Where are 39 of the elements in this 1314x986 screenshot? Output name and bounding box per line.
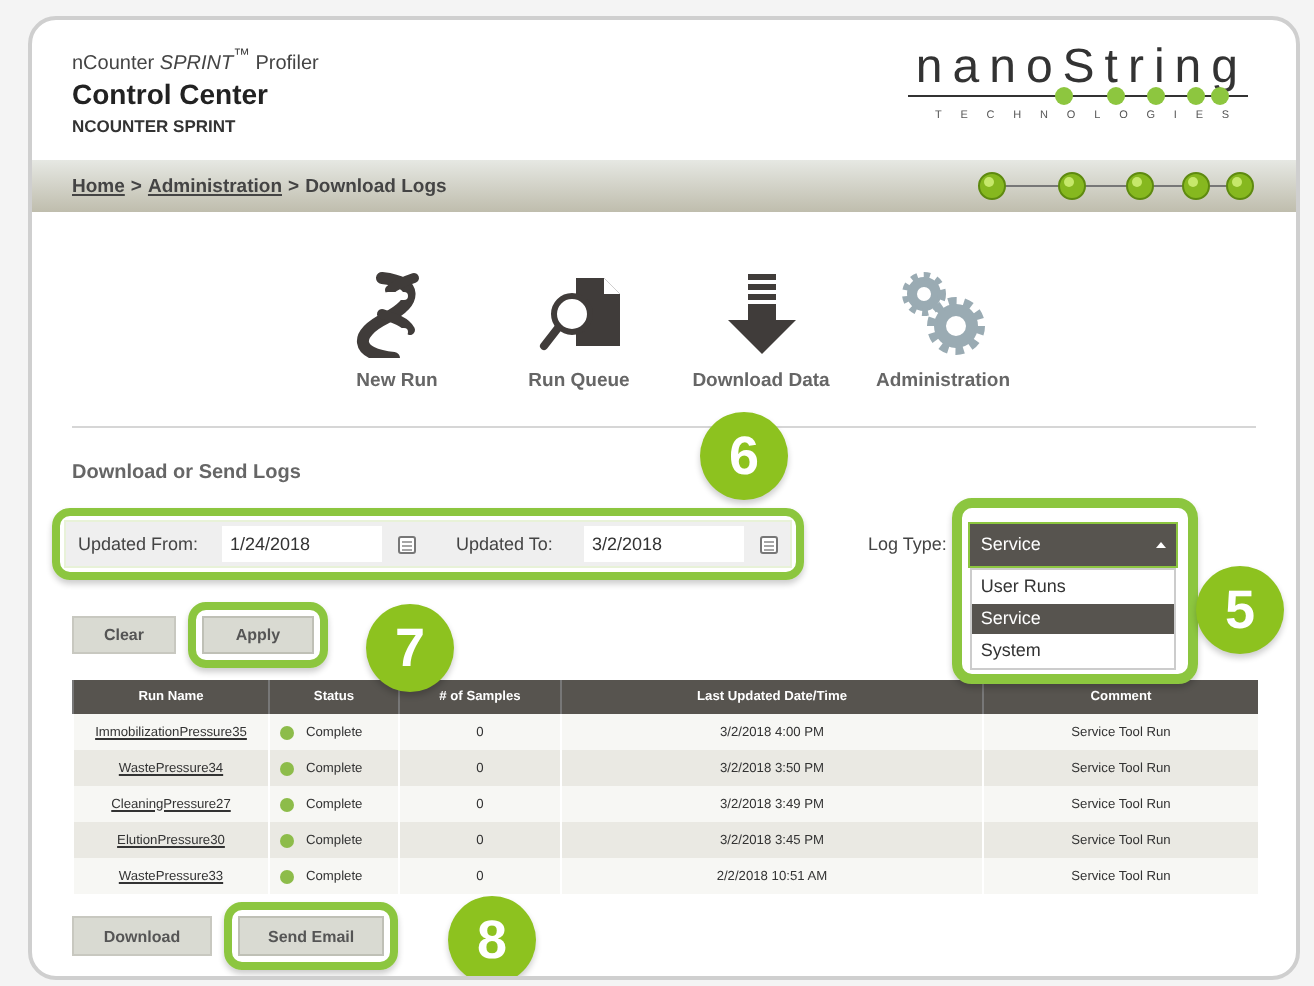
date-field[interactable]: 1/24/2018: [222, 526, 382, 562]
calendar-icon[interactable]: [760, 535, 778, 553]
instrument-name: NCOUNTER SPRINT: [72, 116, 238, 137]
callout-badge: 7: [366, 604, 454, 692]
action-button[interactable]: Clear: [72, 616, 176, 654]
section-title: Download or Send Logs: [72, 462, 303, 484]
status-dot: [280, 869, 294, 883]
breadcrumb-separator: >: [288, 175, 300, 197]
callout-badge: 5: [1196, 566, 1284, 654]
callout-badge: 8: [448, 896, 536, 976]
dropdown-option[interactable]: Service: [972, 603, 1175, 633]
action-button[interactable]: Apply: [202, 616, 314, 654]
dropdown-option[interactable]: System: [972, 635, 1175, 665]
callout-badge: 6: [700, 412, 788, 500]
logo-wordmark: nanoString: [915, 44, 1248, 92]
breadcrumb-current: Download Logs: [305, 175, 447, 197]
dropdown-option[interactable]: User Runs: [972, 571, 1175, 601]
caret-icon: [1156, 541, 1167, 547]
field-label: Log Type:: [868, 534, 947, 554]
action-button[interactable]: Send Email: [238, 916, 385, 956]
field-label: Updated To:: [456, 534, 555, 554]
product-name: nCounter SPRINT$^{™}$ Profiler: [72, 44, 319, 75]
status-dot: [280, 761, 294, 775]
date-field[interactable]: 3/2/2018: [584, 526, 744, 562]
field-label: Updated From:: [78, 534, 201, 554]
calendar-icon[interactable]: [398, 535, 416, 553]
breadcrumb-link[interactable]: Home: [72, 175, 125, 197]
page-title: Control Center: [72, 78, 270, 111]
status-dot: [280, 725, 294, 739]
nav-link[interactable]: Administration: [875, 370, 1011, 392]
status-dot: [280, 797, 294, 811]
action-button[interactable]: Download: [72, 916, 212, 956]
status-dot: [280, 833, 294, 847]
nav-link[interactable]: New Run: [356, 370, 438, 392]
log-type-dropdown[interactable]: Service: [970, 523, 1177, 565]
breadcrumb-separator: >: [130, 175, 142, 197]
nav-link[interactable]: Run Queue: [528, 370, 630, 392]
nav-link[interactable]: Download Data: [692, 370, 830, 392]
breadcrumb-link[interactable]: Administration: [147, 175, 282, 197]
